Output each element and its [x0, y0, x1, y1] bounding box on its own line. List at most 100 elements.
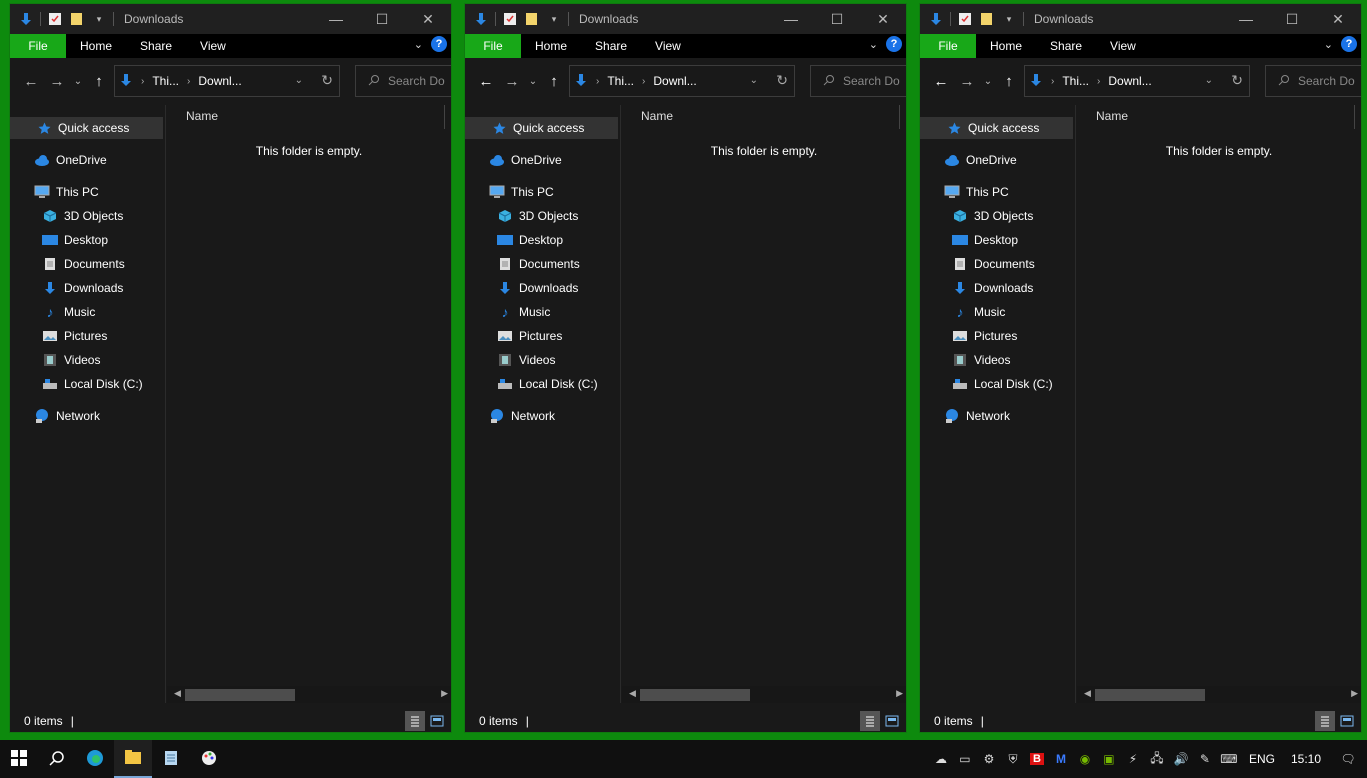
- search-input[interactable]: Search Do: [810, 65, 906, 97]
- scroll-right-icon[interactable]: ▶: [1351, 688, 1358, 699]
- sidebar-item-documents[interactable]: Documents: [497, 253, 580, 275]
- horizontal-scrollbar[interactable]: ◀ ▶: [167, 686, 451, 703]
- scroll-left-icon[interactable]: ◀: [629, 688, 636, 699]
- address-dropdown-icon[interactable]: ⌄: [750, 75, 758, 86]
- up-button[interactable]: ↑: [86, 68, 112, 94]
- title-bar[interactable]: ▾ Downloads — ☐ ✕: [920, 4, 1361, 34]
- help-button[interactable]: ?: [886, 36, 902, 52]
- address-dropdown-icon[interactable]: ⌄: [295, 75, 303, 86]
- search-input[interactable]: Search Do: [1265, 65, 1361, 97]
- malwarebytes-icon[interactable]: M: [1049, 740, 1073, 778]
- sidebar-item-music[interactable]: ♪ Music: [952, 301, 1006, 323]
- search-button[interactable]: [38, 740, 76, 778]
- maximize-button[interactable]: ☐: [1269, 4, 1315, 34]
- properties-icon[interactable]: [502, 11, 518, 27]
- back-button[interactable]: ←: [928, 68, 954, 94]
- sidebar-item-pictures[interactable]: Pictures: [952, 325, 1017, 347]
- sidebar-item-quick-access[interactable]: Quick access: [920, 117, 1073, 139]
- network-wired-icon[interactable]: 🖧: [1145, 740, 1169, 778]
- sidebar-item-network[interactable]: Network: [944, 405, 1010, 427]
- breadcrumb-this-pc[interactable]: Thi...: [1062, 74, 1089, 88]
- properties-icon[interactable]: [957, 11, 973, 27]
- new-folder-icon[interactable]: [979, 11, 995, 27]
- breadcrumb-downloads[interactable]: Downl...: [653, 74, 696, 88]
- breadcrumb-this-pc[interactable]: Thi...: [607, 74, 634, 88]
- sidebar-item-downloads[interactable]: Downloads: [952, 277, 1033, 299]
- title-bar[interactable]: ▾ Downloads — ☐ ✕: [465, 4, 906, 34]
- sidebar-item-desktop[interactable]: Desktop: [497, 229, 563, 251]
- chevron-right-icon[interactable]: ›: [1051, 76, 1054, 87]
- sidebar-item-quick-access[interactable]: Quick access: [465, 117, 618, 139]
- input-language[interactable]: ENG: [1241, 752, 1283, 766]
- help-button[interactable]: ?: [1341, 36, 1357, 52]
- scroll-left-icon[interactable]: ◀: [1084, 688, 1091, 699]
- file-list[interactable]: Name This folder is empty. ◀ ▶: [167, 105, 451, 703]
- refresh-icon[interactable]: ↻: [321, 72, 333, 89]
- details-view-button[interactable]: [405, 711, 425, 731]
- up-button[interactable]: ↑: [541, 68, 567, 94]
- file-list[interactable]: Name This folder is empty. ◀ ▶: [1077, 105, 1361, 703]
- up-button[interactable]: ↑: [996, 68, 1022, 94]
- recent-locations-icon[interactable]: ⌄: [525, 68, 541, 94]
- sidebar-item-3d-objects[interactable]: 3D Objects: [42, 205, 123, 227]
- sidebar-item-network[interactable]: Network: [489, 405, 555, 427]
- sidebar-item-onedrive[interactable]: OneDrive: [489, 149, 562, 171]
- tab-view[interactable]: View: [186, 34, 240, 58]
- explorer-window-3[interactable]: ▾ Downloads — ☐ ✕ File Home Share View ⌄…: [919, 3, 1362, 733]
- chevron-right-icon[interactable]: ›: [1097, 76, 1100, 87]
- chevron-right-icon[interactable]: ›: [642, 76, 645, 87]
- maximize-button[interactable]: ☐: [359, 4, 405, 34]
- bitdefender-icon[interactable]: B: [1025, 740, 1049, 778]
- scroll-right-icon[interactable]: ▶: [441, 688, 448, 699]
- tab-share[interactable]: Share: [581, 34, 641, 58]
- customize-toolbar-icon[interactable]: ▾: [546, 11, 562, 27]
- sidebar-item-documents[interactable]: Documents: [42, 253, 125, 275]
- volume-icon[interactable]: 🔊: [1169, 740, 1193, 778]
- sidebar-item-videos[interactable]: Videos: [497, 349, 555, 371]
- breadcrumb-downloads[interactable]: Downl...: [198, 74, 241, 88]
- sidebar-item-network[interactable]: Network: [34, 405, 100, 427]
- search-input[interactable]: Search Do: [355, 65, 451, 97]
- close-button[interactable]: ✕: [1315, 4, 1361, 34]
- scrollbar-thumb[interactable]: [185, 689, 295, 701]
- scroll-right-icon[interactable]: ▶: [896, 688, 903, 699]
- forward-button[interactable]: →: [44, 68, 70, 94]
- large-icons-view-button[interactable]: [427, 711, 447, 731]
- cloud-off-icon[interactable]: ☁: [929, 740, 953, 778]
- sidebar-item-videos[interactable]: Videos: [42, 349, 100, 371]
- paint-app-button[interactable]: [190, 740, 228, 778]
- edge-browser-button[interactable]: [76, 740, 114, 778]
- title-bar[interactable]: ▾ Downloads — ☐ ✕: [10, 4, 451, 34]
- breadcrumb-downloads[interactable]: Downl...: [1108, 74, 1151, 88]
- horizontal-scrollbar[interactable]: ◀ ▶: [622, 686, 906, 703]
- monitor-icon[interactable]: ▭: [953, 740, 977, 778]
- sidebar-item-music[interactable]: ♪ Music: [42, 301, 96, 323]
- sidebar-item-this-pc[interactable]: This PC: [489, 181, 554, 203]
- new-folder-icon[interactable]: [524, 11, 540, 27]
- sidebar-item-onedrive[interactable]: OneDrive: [34, 149, 107, 171]
- sidebar-item-pictures[interactable]: Pictures: [42, 325, 107, 347]
- column-divider[interactable]: [444, 105, 445, 129]
- tab-share[interactable]: Share: [1036, 34, 1096, 58]
- sidebar-item-desktop[interactable]: Desktop: [952, 229, 1018, 251]
- file-list[interactable]: Name This folder is empty. ◀ ▶: [622, 105, 906, 703]
- app-tray-icon[interactable]: ⚙: [977, 740, 1001, 778]
- column-header-name[interactable]: Name: [1096, 109, 1128, 123]
- start-button[interactable]: [0, 740, 38, 778]
- properties-icon[interactable]: [47, 11, 63, 27]
- sidebar-item-this-pc[interactable]: This PC: [34, 181, 99, 203]
- refresh-icon[interactable]: ↻: [776, 72, 788, 89]
- column-header-name[interactable]: Name: [641, 109, 673, 123]
- sidebar-item-local-disk[interactable]: Local Disk (C:): [497, 373, 598, 395]
- forward-button[interactable]: →: [954, 68, 980, 94]
- sidebar-item-quick-access[interactable]: Quick access: [10, 117, 163, 139]
- recent-locations-icon[interactable]: ⌄: [980, 68, 996, 94]
- explorer-window-1[interactable]: ▾ Downloads — ☐ ✕ File Home Share View ⌄…: [9, 3, 452, 733]
- file-explorer-button[interactable]: [114, 740, 152, 778]
- sidebar-item-downloads[interactable]: Downloads: [497, 277, 578, 299]
- large-icons-view-button[interactable]: [1337, 711, 1357, 731]
- sidebar-item-music[interactable]: ♪ Music: [497, 301, 551, 323]
- column-header-name[interactable]: Name: [186, 109, 218, 123]
- large-icons-view-button[interactable]: [882, 711, 902, 731]
- back-button[interactable]: ←: [473, 68, 499, 94]
